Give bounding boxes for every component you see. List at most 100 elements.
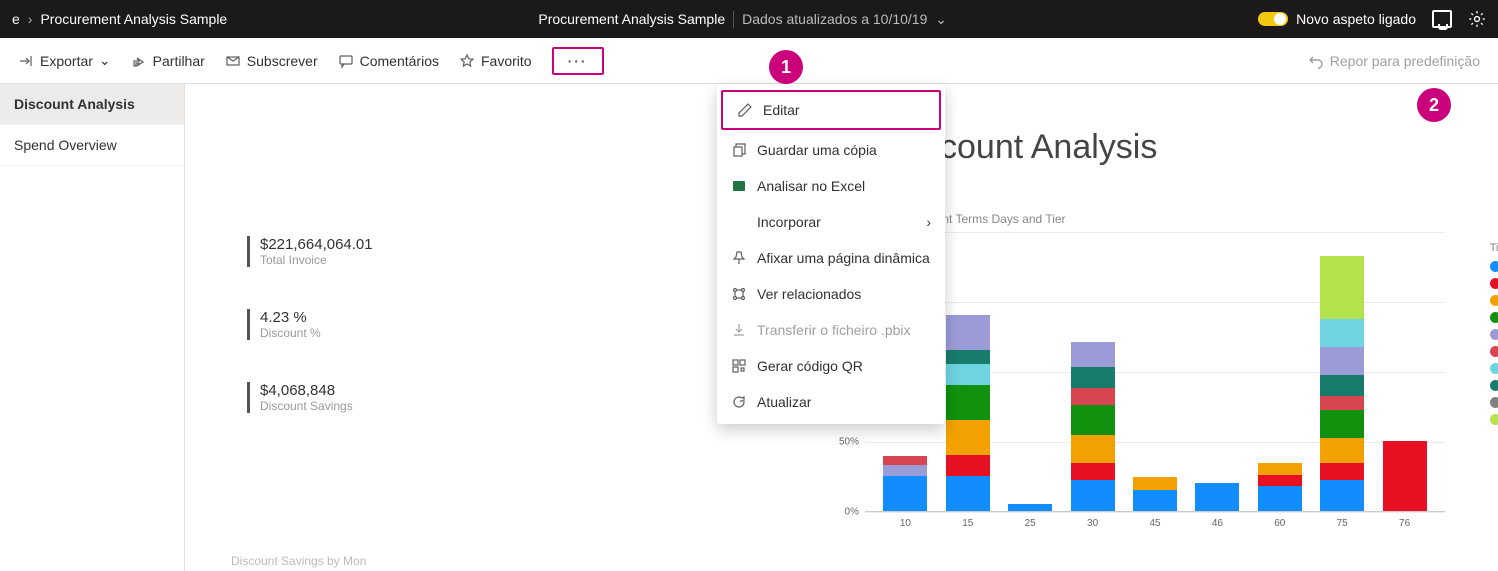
bar-segment-tier-2 bbox=[1320, 463, 1364, 480]
legend-item-tier-6[interactable]: 6 bbox=[1490, 345, 1498, 357]
legend-item-tier-4[interactable]: 4 bbox=[1490, 311, 1498, 323]
bar-segment-tier-3 bbox=[1133, 477, 1177, 490]
chart-plot-area: 0%50%100%150%200% Tier 12345678910 10152… bbox=[865, 232, 1445, 532]
bar-segment-tier-1 bbox=[1133, 490, 1177, 511]
chart-bar[interactable] bbox=[1133, 477, 1177, 511]
more-options-button[interactable]: ··· bbox=[552, 47, 604, 75]
menu-item-download-pbix: Transferir o ficheiro .pbix bbox=[717, 312, 945, 348]
x-axis-tick: 76 bbox=[1383, 518, 1427, 529]
chart-bar[interactable] bbox=[1320, 256, 1364, 511]
bar-segment-tier-1 bbox=[1320, 480, 1364, 511]
menu-item-qr-code[interactable]: Gerar código QR bbox=[717, 348, 945, 384]
bar-segment-tier-4 bbox=[1071, 405, 1115, 436]
legend-item-tier-5[interactable]: 5 bbox=[1490, 328, 1498, 340]
settings-icon[interactable] bbox=[1468, 10, 1486, 28]
legend-swatch bbox=[1490, 414, 1498, 425]
pages-sidebar: Discount Analysis Spend Overview bbox=[0, 84, 185, 571]
more-options-menu: 2 Editar Guardar uma cópia Analisar no E… bbox=[717, 84, 945, 424]
y-axis-tick: 0% bbox=[845, 507, 859, 518]
bar-segment-tier-5 bbox=[946, 315, 990, 350]
y-axis-tick: 50% bbox=[839, 437, 859, 448]
comment-icon bbox=[338, 53, 354, 69]
bar-segment-tier-5 bbox=[1320, 347, 1364, 375]
chart-bar[interactable] bbox=[1071, 342, 1115, 511]
legend-item-tier-2[interactable]: 2 bbox=[1490, 277, 1498, 289]
x-axis-tick: 15 bbox=[946, 518, 990, 529]
x-axis-tick: 10 bbox=[883, 518, 927, 529]
pin-icon bbox=[731, 250, 747, 266]
menu-item-embed[interactable]: Incorporar › bbox=[717, 204, 945, 240]
export-button[interactable]: Exportar ⌄ bbox=[18, 52, 111, 69]
savings-chart-title: Discount Savings by Mon bbox=[231, 554, 366, 568]
bar-segment-tier-6 bbox=[1320, 396, 1364, 410]
menu-item-edit[interactable]: Editar bbox=[721, 90, 941, 130]
look-toggle[interactable]: Novo aspeto ligado bbox=[1258, 11, 1416, 27]
legend-item-tier-9[interactable]: 9 bbox=[1490, 396, 1498, 408]
legend-item-tier-3[interactable]: 3 bbox=[1490, 294, 1498, 306]
toolbar: Exportar ⌄ Partilhar Subscrever Comentár… bbox=[0, 38, 1498, 84]
feedback-icon[interactable] bbox=[1432, 10, 1452, 28]
bar-segment-tier-10 bbox=[1320, 256, 1364, 319]
excel-icon bbox=[731, 178, 747, 194]
chart-legend: Tier 12345678910 bbox=[1490, 242, 1498, 430]
sidebar-item-discount-analysis[interactable]: Discount Analysis bbox=[0, 84, 184, 125]
bar-segment-tier-1 bbox=[1071, 480, 1115, 511]
kpi-discount-pct: 4.23 % Discount % bbox=[247, 309, 373, 340]
menu-item-view-related[interactable]: Ver relacionados bbox=[717, 276, 945, 312]
subscribe-button[interactable]: Subscrever bbox=[225, 53, 318, 69]
pencil-icon bbox=[737, 102, 753, 118]
legend-swatch bbox=[1490, 363, 1498, 374]
chart-bar[interactable] bbox=[1008, 504, 1052, 511]
bar-segment-tier-5 bbox=[883, 465, 927, 476]
bar-segment-tier-4 bbox=[946, 385, 990, 420]
legend-item-tier-7[interactable]: 7 bbox=[1490, 362, 1498, 374]
star-icon bbox=[459, 53, 475, 69]
breadcrumb-current[interactable]: Procurement Analysis Sample bbox=[40, 11, 227, 27]
export-icon bbox=[18, 53, 34, 69]
bar-segment-tier-8 bbox=[1071, 367, 1115, 388]
chevron-right-icon: › bbox=[926, 214, 931, 230]
x-axis-tick: 75 bbox=[1320, 518, 1364, 529]
chart-bar[interactable] bbox=[1195, 483, 1239, 511]
x-axis-tick: 30 bbox=[1071, 518, 1115, 529]
legend-item-tier-8[interactable]: 8 bbox=[1490, 379, 1498, 391]
header-subtitle[interactable]: Dados atualizados a 10/10/19 ⌄ bbox=[733, 11, 947, 28]
legend-item-tier-1[interactable]: 1 bbox=[1490, 260, 1498, 272]
share-button[interactable]: Partilhar bbox=[131, 53, 205, 69]
refresh-icon bbox=[731, 394, 747, 410]
top-bar: e › Procurement Analysis Sample Procurem… bbox=[0, 0, 1498, 38]
comments-button[interactable]: Comentários bbox=[338, 53, 439, 69]
chevron-down-icon: ⌄ bbox=[99, 52, 111, 69]
bar-segment-tier-1 bbox=[946, 476, 990, 511]
chevron-right-icon: › bbox=[28, 11, 33, 27]
kpi-list: $221,664,064.01 Total Invoice 4.23 % Dis… bbox=[247, 236, 373, 413]
chart-bar[interactable] bbox=[1383, 441, 1427, 511]
menu-item-pin-live[interactable]: Afixar uma página dinâmica bbox=[717, 240, 945, 276]
header-title: Procurement Analysis Sample bbox=[538, 11, 725, 27]
legend-swatch bbox=[1490, 312, 1498, 323]
menu-item-analyze-excel[interactable]: Analisar no Excel bbox=[717, 168, 945, 204]
toggle-on-icon bbox=[1258, 12, 1288, 26]
favorite-button[interactable]: Favorito bbox=[459, 53, 532, 69]
sidebar-item-spend-overview[interactable]: Spend Overview bbox=[0, 125, 184, 166]
reset-button[interactable]: Repor para predefinição bbox=[1308, 53, 1480, 69]
breadcrumb: e › Procurement Analysis Sample bbox=[12, 11, 227, 27]
bar-segment-tier-1 bbox=[883, 476, 927, 511]
chart-bar[interactable] bbox=[1258, 463, 1302, 511]
kpi-value: $221,664,064.01 bbox=[260, 236, 373, 253]
kpi-discount-savings: $4,068,848 Discount Savings bbox=[247, 382, 373, 413]
legend-swatch bbox=[1490, 261, 1498, 272]
bar-segment-tier-2 bbox=[946, 455, 990, 476]
menu-item-save-copy[interactable]: Guardar uma cópia bbox=[717, 132, 945, 168]
kpi-label: Discount Savings bbox=[260, 399, 373, 413]
legend-item-tier-10[interactable]: 10 bbox=[1490, 413, 1498, 425]
bar-segment-tier-1 bbox=[1008, 504, 1052, 511]
bar-segment-tier-1 bbox=[1258, 486, 1302, 511]
chart-bar[interactable] bbox=[946, 315, 990, 511]
kpi-label: Discount % bbox=[260, 326, 373, 340]
bar-segment-tier-7 bbox=[1320, 319, 1364, 347]
x-axis-tick: 60 bbox=[1258, 518, 1302, 529]
chart-bar[interactable] bbox=[883, 456, 927, 511]
kpi-value: $4,068,848 bbox=[260, 382, 373, 399]
menu-item-refresh[interactable]: Atualizar bbox=[717, 384, 945, 420]
